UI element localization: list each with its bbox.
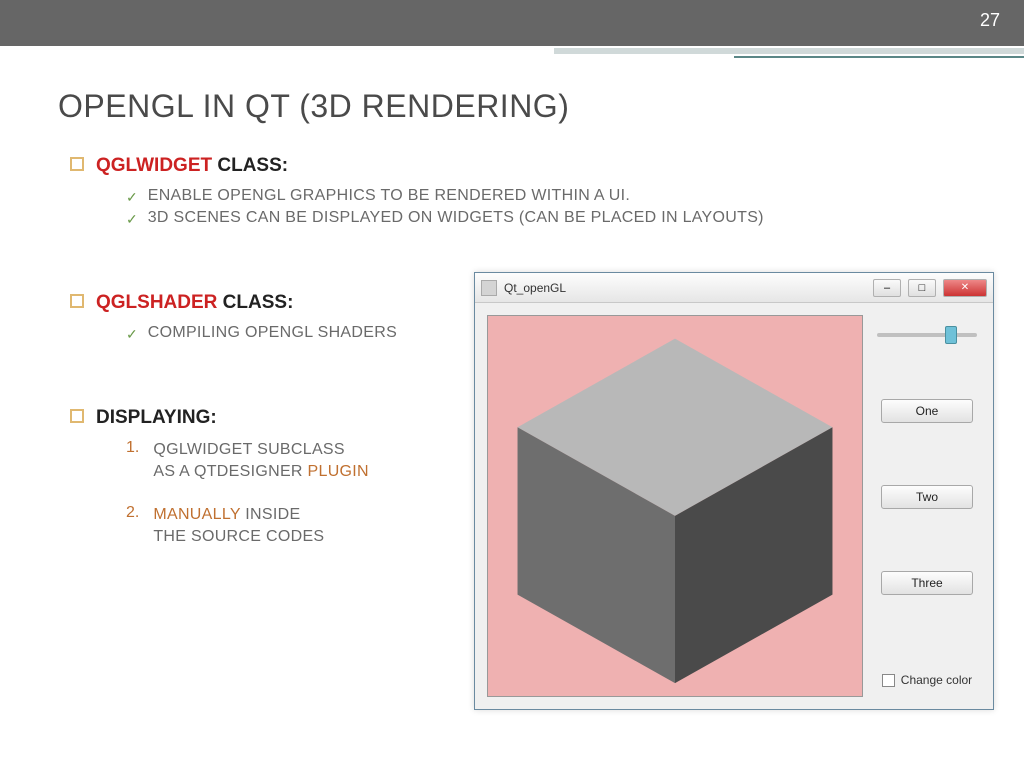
maximize-button[interactable] <box>908 279 936 297</box>
ordered-number: 1. <box>126 439 139 457</box>
heading-highlight: QGLWIDGET <box>96 155 212 176</box>
check-icon: ✓ <box>126 211 138 228</box>
list-item-text: ENABLE OPENGL GRAPHICS TO BE RENDERED WI… <box>148 187 630 205</box>
close-button[interactable] <box>943 279 987 297</box>
heading-highlight: QGLSHADER <box>96 292 217 313</box>
window-titlebar[interactable]: Qt_openGL <box>475 273 993 303</box>
decorative-lines <box>554 48 1024 58</box>
window-title: Qt_openGL <box>504 281 866 295</box>
window-body: One Two Three Change color <box>475 303 993 709</box>
heading-text: DISPLAYING <box>96 407 210 428</box>
qglwidget-points: ✓ ENABLE OPENGL GRAPHICS TO BE RENDERED … <box>126 187 1024 228</box>
slide-title: OPENGL IN QT (3D RENDERING) <box>58 88 1024 125</box>
list-item: ✓ 3D SCENES CAN BE DISPLAYED ON WIDGETS … <box>126 209 1024 228</box>
check-icon: ✓ <box>126 326 138 343</box>
heading-text: CLASS <box>212 155 282 176</box>
change-color-checkbox[interactable]: Change color <box>882 673 972 687</box>
cube-render <box>488 316 862 696</box>
minimize-button[interactable] <box>873 279 901 297</box>
list-item: ✓ ENABLE OPENGL GRAPHICS TO BE RENDERED … <box>126 187 1024 206</box>
list-item-text: 3D SCENES CAN BE DISPLAYED ON WIDGETS (C… <box>148 209 764 227</box>
button-two[interactable]: Two <box>881 485 973 509</box>
slider-control[interactable] <box>873 325 981 337</box>
heading-text: CLASS <box>217 292 287 313</box>
ordered-number: 2. <box>126 504 139 522</box>
slide-header: 27 <box>0 0 1024 46</box>
controls-panel: One Two Three Change color <box>873 315 981 697</box>
section-heading-qglwidget: QGLWIDGET CLASS: <box>70 155 1024 177</box>
ordered-text-highlight: MANUALLY <box>153 506 240 523</box>
check-icon: ✓ <box>126 189 138 206</box>
button-one[interactable]: One <box>881 399 973 423</box>
button-three[interactable]: Three <box>881 571 973 595</box>
checkbox-icon[interactable] <box>882 674 895 687</box>
opengl-canvas[interactable] <box>487 315 863 697</box>
square-bullet-icon <box>70 157 84 171</box>
checkbox-label: Change color <box>901 673 972 687</box>
square-bullet-icon <box>70 409 84 423</box>
square-bullet-icon <box>70 294 84 308</box>
qt-opengl-window: Qt_openGL One Two Three Change color <box>474 272 994 710</box>
app-icon <box>481 280 497 296</box>
ordered-text-highlight: PLUGIN <box>308 463 369 480</box>
slider-thumb[interactable] <box>945 326 957 344</box>
slide-number: 27 <box>980 10 1000 31</box>
list-item-text: COMPILING OPENGL SHADERS <box>148 324 397 342</box>
